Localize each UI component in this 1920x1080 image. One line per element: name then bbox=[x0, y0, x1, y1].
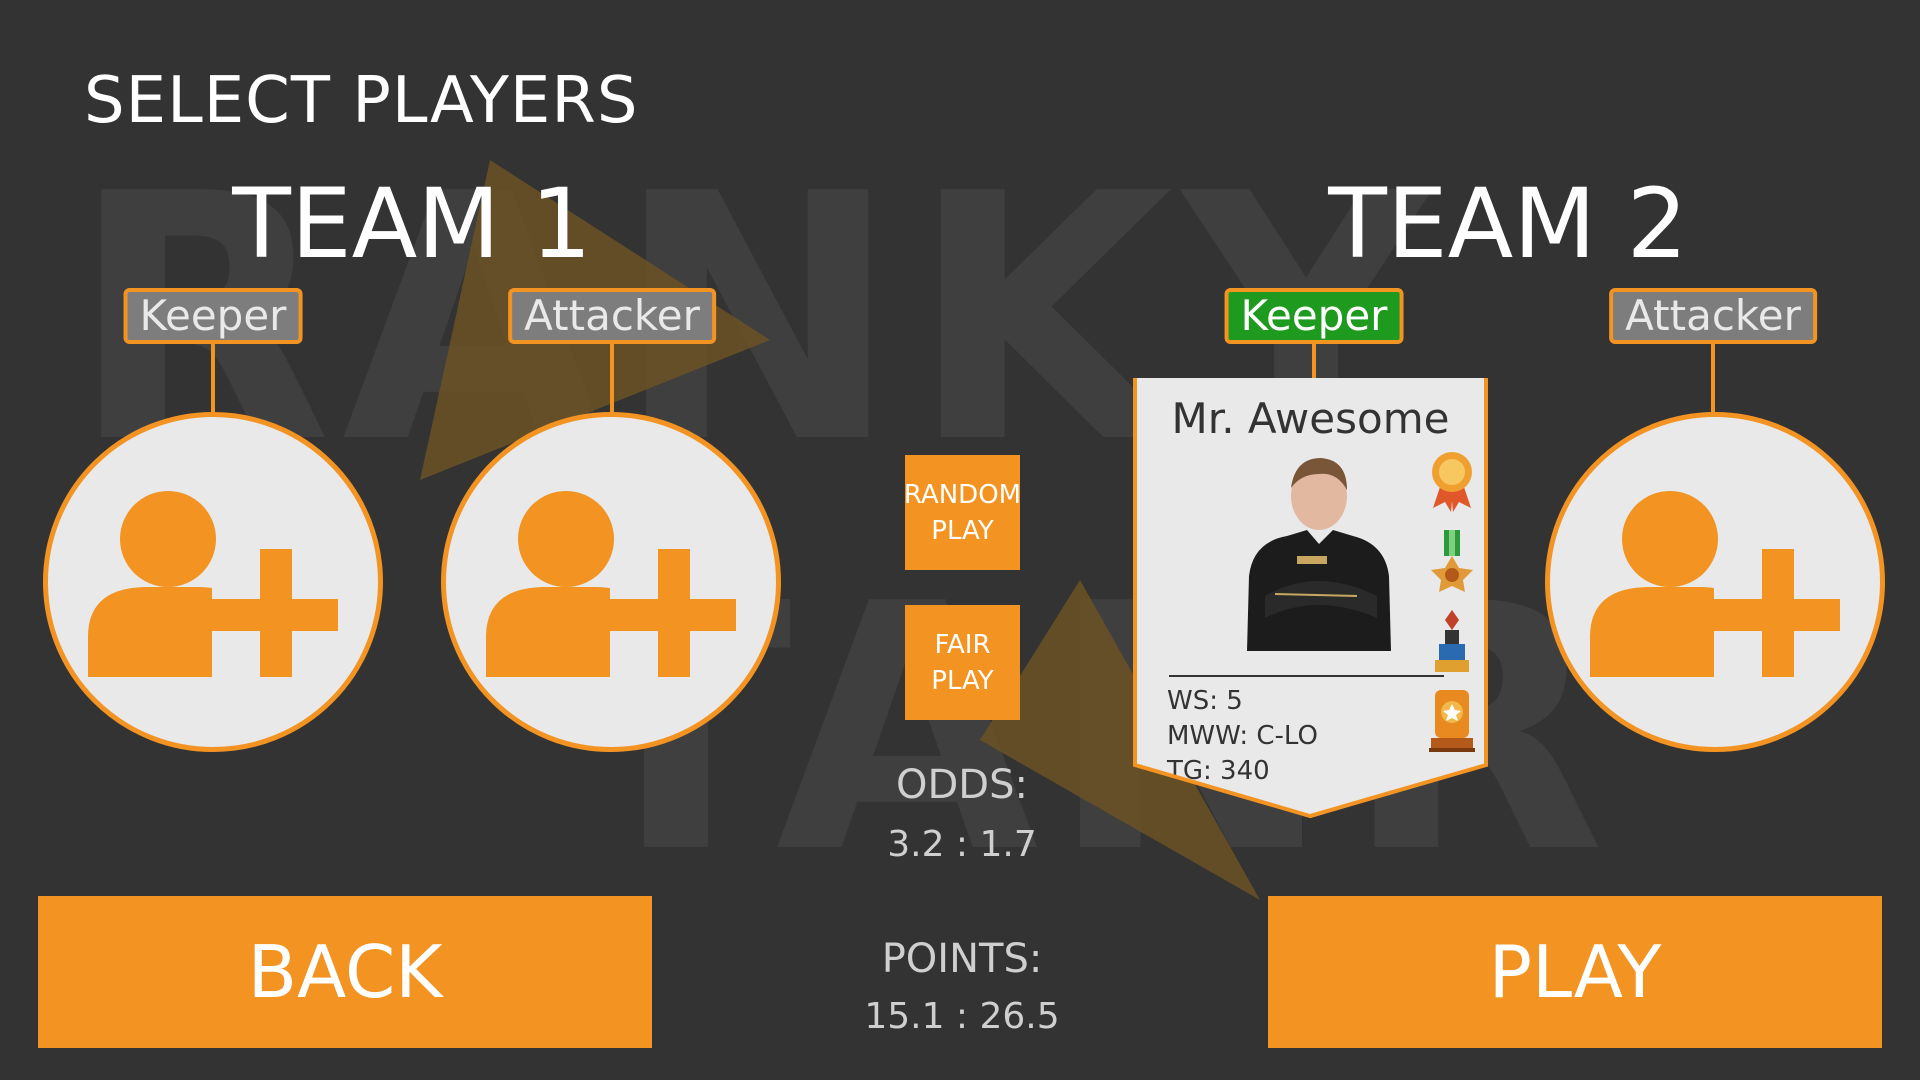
team-2-attacker-slot[interactable] bbox=[1545, 412, 1885, 752]
trophy-tower-icon bbox=[1435, 610, 1469, 672]
team-1-attacker-connector bbox=[610, 344, 614, 414]
team-1-attacker-label: Attacker bbox=[508, 288, 716, 344]
team-2-keeper-label: Keeper bbox=[1224, 288, 1404, 344]
team-2-title: TEAM 2 bbox=[1328, 168, 1688, 280]
team-2-keeper-player-card[interactable]: Mr. Awesome WS: 5 MWW: C-LO TG: 340 bbox=[1133, 378, 1488, 818]
odds-label: ODDS: bbox=[896, 762, 1028, 808]
team-1-keeper-slot[interactable] bbox=[43, 412, 383, 752]
team-2-keeper-connector bbox=[1312, 344, 1316, 378]
odds-value: 3.2 : 1.7 bbox=[887, 824, 1037, 865]
back-button[interactable]: BACK bbox=[38, 896, 652, 1048]
team-2-attacker-connector bbox=[1711, 344, 1715, 414]
player-stat-ws: WS: 5 bbox=[1167, 686, 1243, 716]
points-label: POINTS: bbox=[881, 936, 1043, 982]
add-user-icon bbox=[88, 491, 338, 677]
fair-play-button[interactable]: FAIR PLAY bbox=[905, 605, 1020, 720]
card-divider bbox=[1169, 675, 1444, 677]
team-2-attacker-label: Attacker bbox=[1609, 288, 1817, 344]
add-user-icon bbox=[486, 491, 736, 677]
play-button[interactable]: PLAY bbox=[1268, 896, 1882, 1048]
green-ribbon-medal-icon bbox=[1431, 530, 1473, 592]
team-1-title: TEAM 1 bbox=[232, 168, 592, 280]
player-photo bbox=[1237, 446, 1397, 651]
team-1-attacker-slot[interactable] bbox=[441, 412, 781, 752]
gold-plaque-icon bbox=[1429, 690, 1475, 752]
add-user-icon bbox=[1590, 491, 1840, 677]
player-name: Mr. Awesome bbox=[1171, 394, 1450, 443]
team-1-keeper-connector bbox=[211, 344, 215, 414]
page-title: SELECT PLAYERS bbox=[84, 64, 639, 138]
gold-medal-icon bbox=[1432, 452, 1472, 512]
team-1-keeper-label: Keeper bbox=[123, 288, 303, 344]
random-play-button[interactable]: RANDOM PLAY bbox=[904, 455, 1021, 570]
player-stat-mww: MWW: C-LO bbox=[1167, 721, 1318, 751]
points-value: 15.1 : 26.5 bbox=[864, 996, 1060, 1037]
